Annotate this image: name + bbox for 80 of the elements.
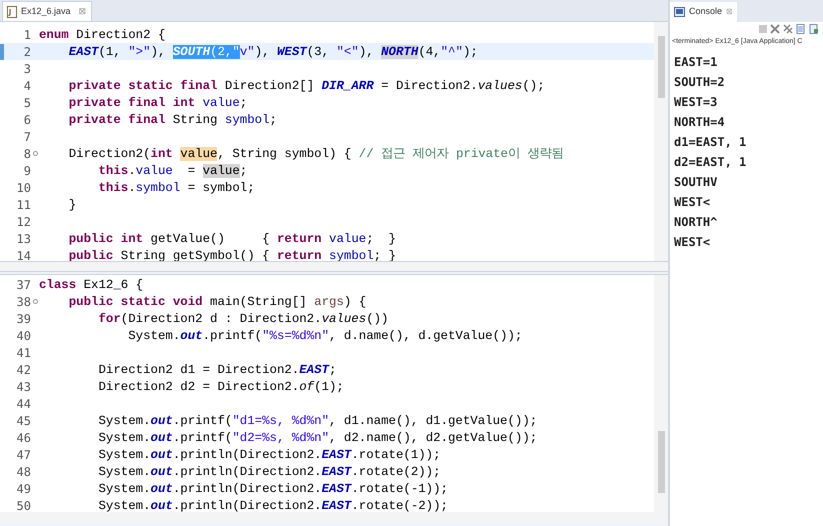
horizontal-scrollbar[interactable] [0, 262, 668, 272]
java-file-icon [7, 6, 17, 18]
stop-icon[interactable] [759, 25, 767, 33]
document-icon[interactable] [796, 24, 806, 34]
code-line: public static void main(String[] args) { [68, 294, 366, 310]
line-number: 2 [24, 46, 31, 58]
document-icon[interactable] [809, 24, 819, 34]
line-number: 49 [16, 482, 31, 494]
tab-title: Ex12_6.java [21, 4, 71, 18]
line-number: 47 [16, 448, 31, 460]
console-output-line: NORTH=4 [674, 114, 725, 131]
console-output-line: WEST=3 [674, 94, 718, 111]
line-number: 43 [16, 380, 31, 392]
console-output-line: NORTH^ [674, 214, 718, 231]
line-number: 45 [16, 414, 31, 426]
line-number: 44 [16, 398, 31, 410]
tab-title: Console [689, 5, 722, 18]
line-number: 40 [16, 330, 31, 342]
console-icon [674, 7, 685, 17]
code-line: System.out.printf("d1=%s, %d%n", d1.name(), d1.getValue()); [97, 412, 538, 428]
line-number: 3 [24, 62, 31, 74]
code-line: for(Direction2 d : Direction2.values()) [97, 310, 388, 326]
code-line: public int getValue() { return value; } [68, 230, 396, 246]
code-line: System.out.println(Direction2.EAST.rotate(-2)); [97, 498, 448, 512]
line-number: 5 [24, 96, 31, 108]
console-output-line: d1=EAST, 1 [674, 134, 746, 151]
line-number: 8 [24, 148, 31, 160]
line-number: 48 [16, 466, 31, 478]
code-line: System.out.printf("d2=%s, %d%n", d2.name(), d2.getValue()); [97, 430, 538, 446]
line-number: 42 [16, 364, 31, 376]
line-number: 46 [16, 432, 31, 444]
line-number: 10 [16, 182, 31, 194]
line-number: 9 [24, 164, 31, 176]
line-number: 11 [16, 198, 31, 210]
line-number: 41 [16, 346, 31, 358]
line-number: 50 [16, 500, 31, 512]
remove-all-icon[interactable] [783, 24, 793, 34]
code-line: System.out.println(Direction2.EAST.rotate(2)); [97, 464, 441, 480]
scrollbar-thumb[interactable] [658, 36, 664, 98]
editor-tab[interactable]: Ex12_6.java ⊠ [2, 1, 92, 21]
console-output-line: SOUTH=2 [674, 74, 725, 91]
code-line: this.value = value; [97, 162, 248, 178]
console-tab[interactable]: Console ⊠ [670, 2, 738, 22]
line-number: 12 [16, 216, 31, 228]
console-output-line: d2=EAST, 1 [674, 154, 746, 171]
console-output-line: WEST< [674, 234, 710, 251]
line-number: 14 [16, 250, 31, 261]
line-number: 1 [24, 28, 31, 40]
code-line: System.out.printf("%s=%d%n", d.name(), d.getValue()); [127, 328, 522, 344]
line-number: 38 [16, 296, 31, 308]
code-line: enum Direction2 { [39, 26, 166, 42]
code-line: private final String symbol; [68, 112, 277, 128]
console-output-line: EAST=1 [674, 54, 718, 71]
line-number: 4 [24, 80, 31, 92]
line-number: 37 [16, 278, 31, 290]
code-line: private static final Direction2[] DIR_ARR = Direction2.values(); [68, 78, 545, 94]
console-output-line: SOUTHV [674, 174, 718, 191]
code-line: System.out.println(Direction2.EAST.rotate(-1)); [97, 480, 448, 496]
line-number: 6 [24, 114, 31, 126]
horizontal-scrollbar[interactable] [0, 512, 668, 522]
code-line: EAST(1, ">"), SOUTH(2,"v"), WEST(3, "<"), NORTH(4,"^"); [68, 44, 478, 60]
code-line: private final int value; [68, 94, 248, 110]
code-line: class Ex12_6 { [39, 276, 144, 292]
code-line: Direction2 d2 = Direction2.of(1); [97, 378, 344, 394]
code-line: this.symbol = symbol; [97, 180, 255, 196]
line-number: 39 [16, 312, 31, 324]
code-line: Direction2 d1 = Direction2.EAST; [97, 362, 336, 378]
fold-icon[interactable] [32, 299, 38, 304]
line-number: 7 [24, 130, 31, 142]
code-line: System.out.println(Direction2.EAST.rotate(1)); [97, 446, 441, 462]
vertical-scrollbar[interactable] [654, 22, 668, 261]
code-line: Direction2(int value, String symbol) { // 접근 제어자 private이 생략됨 [68, 146, 564, 162]
code-line: public String getSymbol() { return symbol; } [68, 248, 396, 261]
vertical-scrollbar[interactable] [654, 275, 668, 512]
fold-icon[interactable] [32, 151, 38, 156]
code-line: } [68, 196, 76, 212]
line-number: 13 [16, 232, 31, 244]
remove-icon[interactable] [770, 24, 780, 34]
scrollbar-thumb[interactable] [658, 431, 664, 493]
console-output-line: WEST< [674, 194, 710, 211]
